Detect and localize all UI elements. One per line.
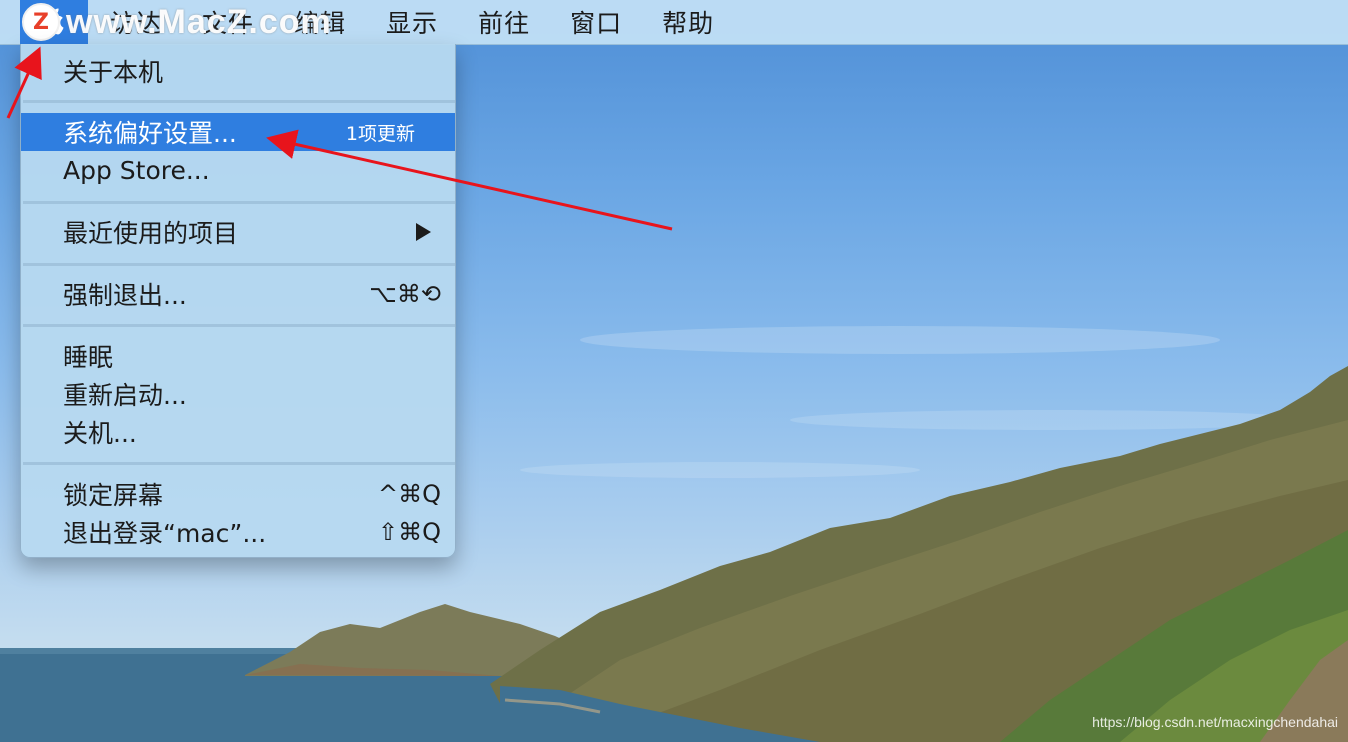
menu-item-label: 关于本机 xyxy=(63,58,164,87)
menu-item-label: 关机... xyxy=(63,419,137,448)
menu-separator xyxy=(23,462,455,465)
menu-item-label: 强制退出... xyxy=(63,281,187,310)
menu-separator xyxy=(23,201,455,204)
menu-window[interactable]: 窗口 xyxy=(570,4,622,40)
menu-item-lock-screen[interactable]: 锁定屏幕 ^⌘Q xyxy=(21,475,455,513)
menu-item-label: App Store... xyxy=(63,155,210,185)
menu-item-recent-items[interactable]: 最近使用的项目 xyxy=(21,213,455,251)
menu-item-label: 退出登录“mac”... xyxy=(63,519,267,548)
apple-logo-icon xyxy=(43,8,64,35)
menu-bar: 访达 文件 编辑 显示 前往 窗口 帮助 xyxy=(0,0,1348,45)
menu-edit[interactable]: 编辑 xyxy=(294,4,346,40)
update-badge: 1项更新 xyxy=(345,122,415,145)
control-command-shortcut: ^⌘Q xyxy=(378,480,441,508)
submenu-arrow-icon xyxy=(416,223,431,241)
menu-item-restart[interactable]: 重新启动... xyxy=(21,375,455,413)
menu-finder[interactable]: 访达 xyxy=(110,4,162,40)
apple-menu-button[interactable] xyxy=(20,0,88,44)
menu-separator xyxy=(23,324,455,327)
menu-item-label: 重新启动... xyxy=(63,381,187,410)
menu-item-about[interactable]: 关于本机 xyxy=(21,52,455,90)
menu-item-sleep[interactable]: 睡眠 xyxy=(21,337,455,375)
menu-titles: 访达 文件 编辑 显示 前往 窗口 帮助 xyxy=(110,0,754,44)
menu-item-logout[interactable]: 退出登录“mac”... ⇧⌘Q xyxy=(21,513,455,551)
menu-item-label: 锁定屏幕 xyxy=(63,481,164,510)
desktop: 访达 文件 编辑 显示 前往 窗口 帮助 Z www.MacZ.com 关于本机… xyxy=(0,0,1348,742)
source-credit: https://blog.csdn.net/macxingchendahai xyxy=(1092,714,1338,730)
menu-item-label: 最近使用的项目 xyxy=(63,219,239,248)
menu-file[interactable]: 文件 xyxy=(202,4,254,40)
option-command-power-shortcut: ⌥⌘⟲ xyxy=(369,280,441,308)
menu-help[interactable]: 帮助 xyxy=(662,4,714,40)
menu-item-system-preferences[interactable]: 系统偏好设置... 1项更新 xyxy=(21,113,455,151)
menu-item-force-quit[interactable]: 强制退出... ⌥⌘⟲ xyxy=(21,275,455,313)
menu-separator xyxy=(23,263,455,266)
menu-go[interactable]: 前往 xyxy=(478,4,530,40)
menu-view[interactable]: 显示 xyxy=(386,4,438,40)
apple-menu-dropdown: 关于本机 系统偏好设置... 1项更新 App Store... 最近使用的项目… xyxy=(20,44,456,558)
shift-command-shortcut: ⇧⌘Q xyxy=(378,518,441,546)
menu-item-shutdown[interactable]: 关机... xyxy=(21,413,455,451)
menu-item-label: 睡眠 xyxy=(63,343,114,372)
menu-separator xyxy=(23,100,455,103)
menu-item-label: 系统偏好设置... xyxy=(63,119,237,148)
menu-item-app-store[interactable]: App Store... xyxy=(21,151,455,189)
